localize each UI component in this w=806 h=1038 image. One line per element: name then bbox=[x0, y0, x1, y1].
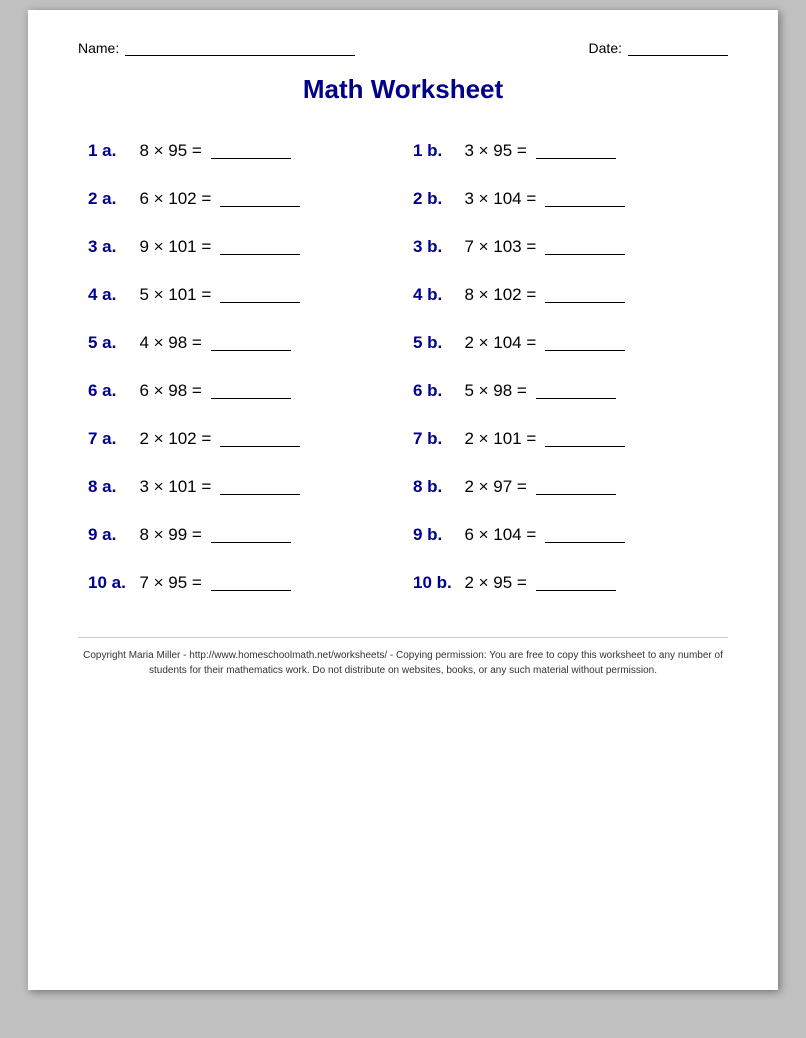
problem-number: 6 b. bbox=[413, 381, 455, 401]
problem-row: 5 a. 4 × 98 = bbox=[78, 319, 403, 367]
answer-line bbox=[220, 431, 300, 447]
problem-number: 9 b. bbox=[413, 525, 455, 545]
name-label: Name: bbox=[78, 40, 119, 56]
problem-number: 5 a. bbox=[88, 333, 130, 353]
problem-expression: 8 × 99 = bbox=[130, 525, 207, 545]
problem-row: 3 b. 7 × 103 = bbox=[403, 223, 728, 271]
problem-number: 5 b. bbox=[413, 333, 455, 353]
problem-row: 1 a. 8 × 95 = bbox=[78, 127, 403, 175]
answer-line bbox=[536, 575, 616, 591]
problem-expression: 5 × 101 = bbox=[130, 285, 216, 305]
problem-row: 9 a. 8 × 99 = bbox=[78, 511, 403, 559]
problems-grid: 1 a. 8 × 95 = 1 b. 3 × 95 = 2 a. 6 × 102… bbox=[78, 127, 728, 607]
problem-row: 2 b. 3 × 104 = bbox=[403, 175, 728, 223]
problem-row: 2 a. 6 × 102 = bbox=[78, 175, 403, 223]
problem-expression: 5 × 98 = bbox=[455, 381, 532, 401]
answer-line bbox=[211, 527, 291, 543]
problem-expression: 2 × 102 = bbox=[130, 429, 216, 449]
answer-line bbox=[545, 191, 625, 207]
problem-expression: 3 × 101 = bbox=[130, 477, 216, 497]
problem-expression: 3 × 95 = bbox=[455, 141, 532, 161]
answer-line bbox=[536, 143, 616, 159]
problem-expression: 6 × 98 = bbox=[130, 381, 207, 401]
problem-number: 8 b. bbox=[413, 477, 455, 497]
answer-line bbox=[545, 527, 625, 543]
problem-expression: 8 × 95 = bbox=[130, 141, 207, 161]
problem-row: 1 b. 3 × 95 = bbox=[403, 127, 728, 175]
date-label: Date: bbox=[589, 40, 622, 56]
problem-row: 7 b. 2 × 101 = bbox=[403, 415, 728, 463]
problem-number: 10 b. bbox=[413, 573, 455, 593]
problem-number: 4 a. bbox=[88, 285, 130, 305]
answer-line bbox=[545, 335, 625, 351]
problem-row: 6 a. 6 × 98 = bbox=[78, 367, 403, 415]
date-input-line bbox=[628, 40, 728, 56]
problem-expression: 4 × 98 = bbox=[130, 333, 207, 353]
problem-row: 5 b. 2 × 104 = bbox=[403, 319, 728, 367]
answer-line bbox=[536, 383, 616, 399]
problem-number: 7 a. bbox=[88, 429, 130, 449]
problem-number: 2 b. bbox=[413, 189, 455, 209]
problem-number: 2 a. bbox=[88, 189, 130, 209]
answer-line bbox=[220, 287, 300, 303]
problem-row: 7 a. 2 × 102 = bbox=[78, 415, 403, 463]
problem-expression: 2 × 95 = bbox=[455, 573, 532, 593]
problem-expression: 7 × 95 = bbox=[130, 573, 207, 593]
problem-row: 4 b. 8 × 102 = bbox=[403, 271, 728, 319]
problem-expression: 8 × 102 = bbox=[455, 285, 541, 305]
problem-expression: 9 × 101 = bbox=[130, 237, 216, 257]
problem-number: 1 a. bbox=[88, 141, 130, 161]
problem-number: 7 b. bbox=[413, 429, 455, 449]
answer-line bbox=[220, 239, 300, 255]
problem-number: 3 a. bbox=[88, 237, 130, 257]
problem-row: 3 a. 9 × 101 = bbox=[78, 223, 403, 271]
date-field: Date: bbox=[589, 40, 728, 56]
copyright-text: Copyright Maria Miller - http://www.home… bbox=[78, 637, 728, 678]
page-title: Math Worksheet bbox=[78, 74, 728, 105]
problem-expression: 6 × 104 = bbox=[455, 525, 541, 545]
problem-number: 8 a. bbox=[88, 477, 130, 497]
problem-number: 6 a. bbox=[88, 381, 130, 401]
answer-line bbox=[220, 479, 300, 495]
problem-number: 3 b. bbox=[413, 237, 455, 257]
answer-line bbox=[536, 479, 616, 495]
problem-expression: 2 × 97 = bbox=[455, 477, 532, 497]
problem-row: 10 b. 2 × 95 = bbox=[403, 559, 728, 607]
name-date-row: Name: Date: bbox=[78, 40, 728, 56]
answer-line bbox=[211, 335, 291, 351]
name-field: Name: bbox=[78, 40, 355, 56]
problem-number: 9 a. bbox=[88, 525, 130, 545]
worksheet-page: Name: Date: Math Worksheet 1 a. 8 × 95 =… bbox=[28, 10, 778, 990]
answer-line bbox=[545, 287, 625, 303]
problem-row: 8 a. 3 × 101 = bbox=[78, 463, 403, 511]
problem-number: 4 b. bbox=[413, 285, 455, 305]
answer-line bbox=[220, 191, 300, 207]
problem-row: 10 a. 7 × 95 = bbox=[78, 559, 403, 607]
problem-expression: 2 × 101 = bbox=[455, 429, 541, 449]
answer-line bbox=[211, 383, 291, 399]
answer-line bbox=[211, 575, 291, 591]
problem-row: 9 b. 6 × 104 = bbox=[403, 511, 728, 559]
answer-line bbox=[211, 143, 291, 159]
problem-row: 8 b. 2 × 97 = bbox=[403, 463, 728, 511]
problem-number: 1 b. bbox=[413, 141, 455, 161]
problem-expression: 6 × 102 = bbox=[130, 189, 216, 209]
answer-line bbox=[545, 239, 625, 255]
problem-row: 6 b. 5 × 98 = bbox=[403, 367, 728, 415]
problem-expression: 7 × 103 = bbox=[455, 237, 541, 257]
name-input-line bbox=[125, 40, 355, 56]
problem-row: 4 a. 5 × 101 = bbox=[78, 271, 403, 319]
problem-number: 10 a. bbox=[88, 573, 130, 593]
problem-expression: 3 × 104 = bbox=[455, 189, 541, 209]
problem-expression: 2 × 104 = bbox=[455, 333, 541, 353]
answer-line bbox=[545, 431, 625, 447]
